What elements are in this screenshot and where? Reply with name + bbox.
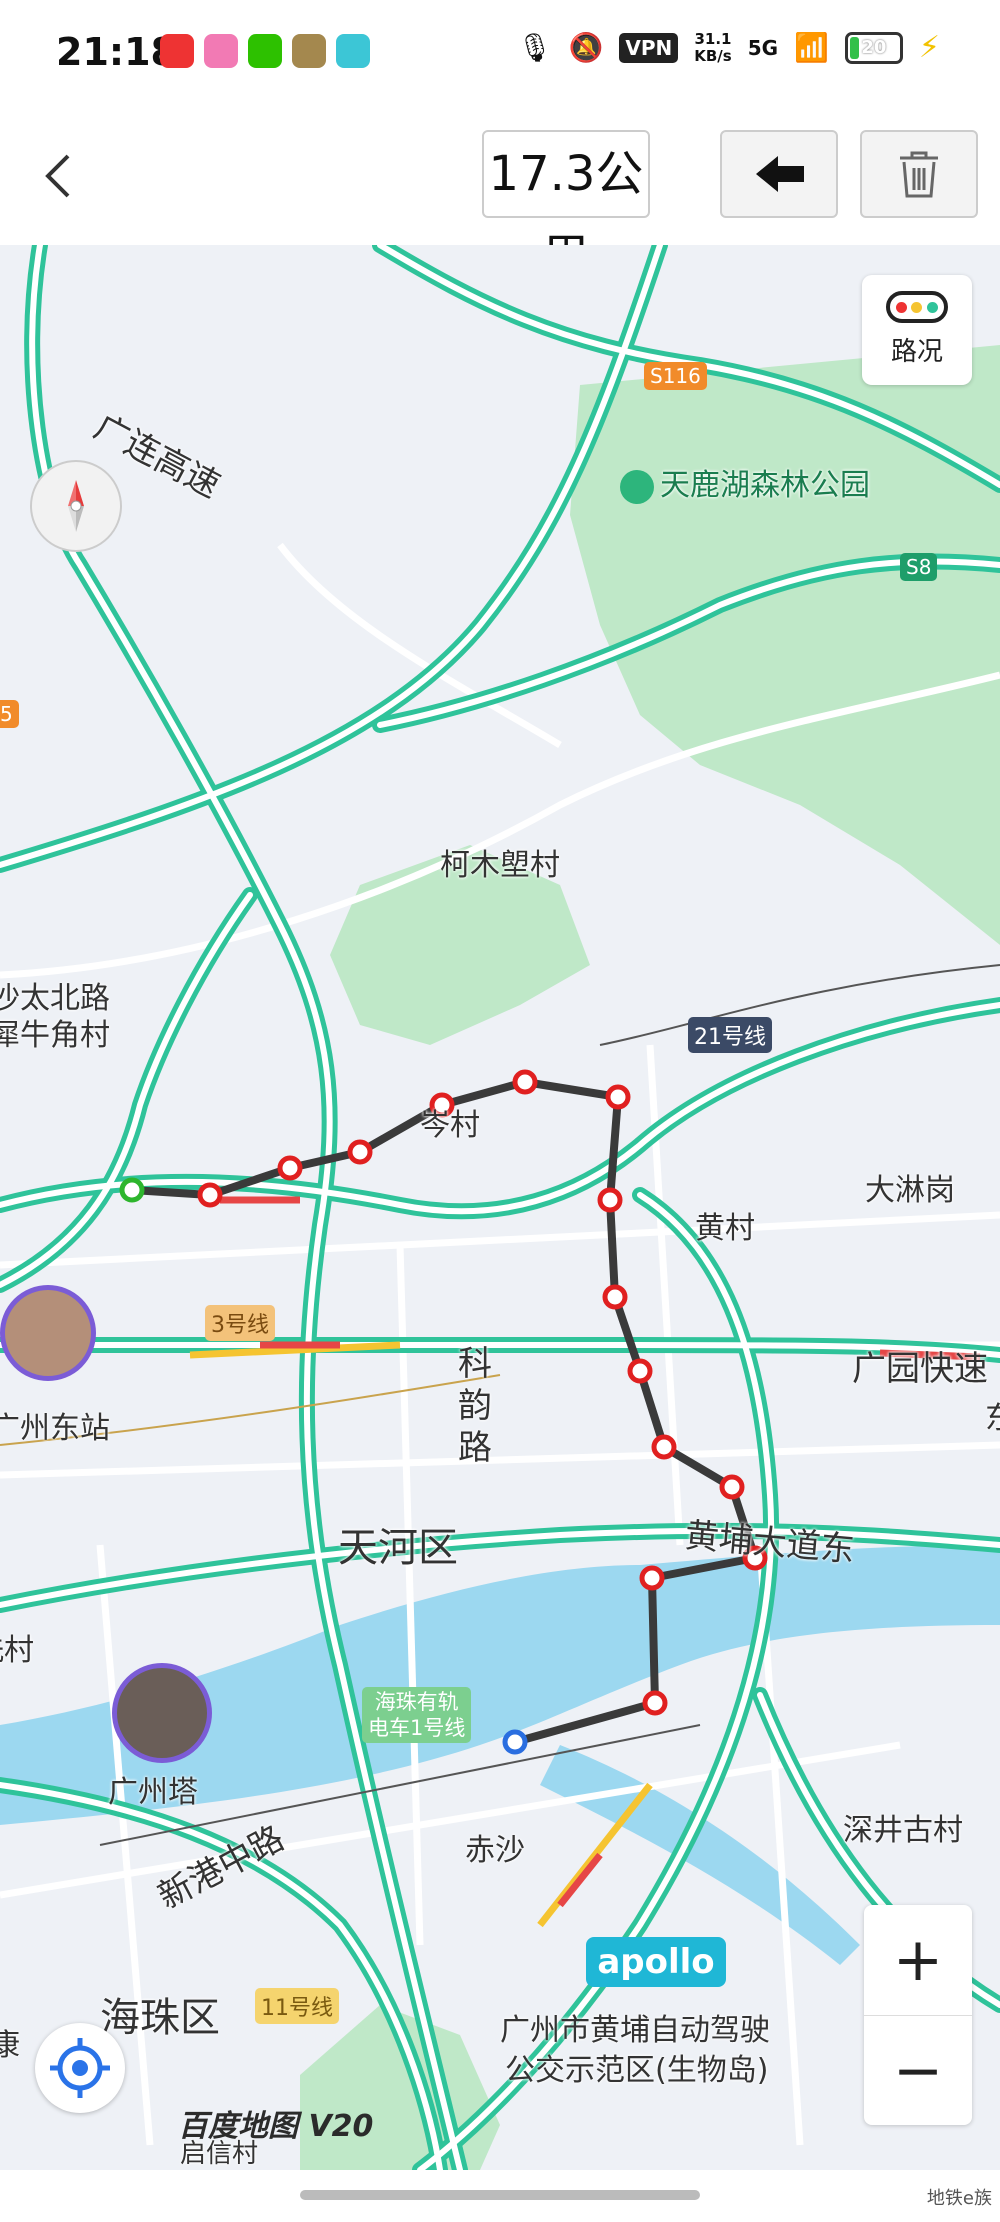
map-canvas[interactable] [0,245,1000,2170]
place-cun: 岑村 [420,1108,480,1143]
charging-icon: ⚡ [918,30,940,65]
canton-tower-photo[interactable] [112,1663,212,1763]
baidu-map-logo: 百度地图 V20 [178,2109,374,2144]
trash-icon [900,151,938,198]
locate-button[interactable] [35,2023,125,2113]
back-button[interactable] [30,146,90,206]
place-xiniujiao: 犀牛角村 [0,1018,110,1053]
zoom-in-button[interactable]: + [864,1905,972,2016]
poi-tianlu-park: 天鹿湖森林公园 [620,460,870,504]
route-waypoint[interactable] [512,1069,538,1095]
place-chisha: 赤沙 [465,1833,525,1868]
compass-icon [68,480,84,532]
traffic-label: 路况 [890,337,943,367]
metro-badge-line21: 21号线 [688,1017,772,1053]
music-app-icon [160,34,194,68]
route-waypoint[interactable] [277,1155,303,1181]
system-nav-bar: 地铁e族 [0,2170,1000,2222]
route-start-point[interactable] [119,1177,145,1203]
distance-display: 17.3公里 [482,130,650,286]
bilibili-icon [204,34,238,68]
place-kemutang: 柯木塱村 [440,848,560,883]
system-status: 🎙 🔕 VPN 31.1 KB/s 5G 📶 20 ⚡ [517,30,940,65]
network-speed: 31.1 KB/s [694,29,732,65]
zoom-out-button[interactable]: − [864,2016,972,2126]
road-badge-s116: S116 [644,362,707,390]
place-guangzhou-east: 广州东站 [0,1411,110,1446]
locate-icon [50,2038,110,2098]
route-waypoint[interactable] [627,1358,653,1384]
place-shenjing: 深井古村 [843,1813,963,1848]
place-huangpu-demo-2: 公交示范区(生物岛) [505,2053,769,2088]
magic-app-icon [336,34,370,68]
status-bar: 21:18 🎙 🔕 VPN 31.1 KB/s 5G 📶 20 ⚡ [0,0,1000,110]
battery-icon: 20 [844,31,903,64]
place-huangpu-demo-1: 广州市黄埔自动驾驶 [500,2013,770,2048]
route-waypoint[interactable] [605,1084,631,1110]
compass-button[interactable] [30,460,122,552]
route-waypoint[interactable] [642,1690,668,1716]
chevron-left-icon [45,154,70,198]
route-waypoint[interactable] [719,1474,745,1500]
place-kang: 康 [0,2028,20,2063]
road-badge-5: 5 [0,700,19,728]
home-indicator[interactable] [300,2190,700,2200]
route-toolbar: 17.3公里 [0,110,1000,286]
game-icon [292,34,326,68]
wechat-icon [248,34,282,68]
route-waypoint[interactable] [639,1565,665,1591]
place-dong: 东 [985,1393,1000,1437]
route-waypoint[interactable] [197,1182,223,1208]
arrow-left-icon [756,156,804,192]
mute-icon: 🔕 [568,31,604,64]
route-waypoint[interactable] [597,1187,623,1213]
watermark: 地铁e族 [926,2188,992,2209]
place-zhucun: 冼村 [0,1633,34,1668]
clock: 21:18 [56,30,177,74]
road-label-keyun: 科韵路 [458,1344,492,1468]
zoom-control: + − [864,1905,972,2125]
road-label-guangyuan: 广园快速 [852,1349,988,1389]
place-canton-tower: 广州塔 [108,1775,198,1810]
apollo-logo: apollo [586,1937,726,1987]
mic-icon: 🎙 [516,31,553,64]
place-huangcun: 黄村 [695,1211,755,1246]
metro-badge-line11: 11号线 [255,1988,339,2024]
notification-icons [160,34,370,68]
vpn-badge: VPN [619,32,679,63]
wifi-icon: 📶 [794,31,829,64]
district-tianhe: 天河区 [338,1525,458,1571]
delete-button[interactable] [860,130,978,218]
signal-5g: 5G [747,35,779,60]
place-dalingang: 大淋岗 [865,1173,955,1208]
road-badge-s8: S8 [900,553,938,581]
traffic-light-icon [886,291,948,323]
tram-badge: 海珠有轨 电车1号线 [362,1687,472,1743]
route-waypoint[interactable] [347,1139,373,1165]
map-view[interactable]: 路况 广连高速 S116 S8 5 天鹿湖森林公园 柯木塱村 沙太北路 犀牛角村… [0,245,1000,2170]
park-icon [620,469,654,504]
metro-badge-line3: 3号线 [205,1305,275,1341]
route-end-point[interactable] [502,1729,528,1755]
route-waypoint[interactable] [651,1434,677,1460]
guangzhou-east-photo[interactable] [0,1285,96,1381]
route-waypoint[interactable] [602,1284,628,1310]
traffic-toggle-button[interactable]: 路况 [862,275,972,385]
undo-button[interactable] [720,130,838,218]
